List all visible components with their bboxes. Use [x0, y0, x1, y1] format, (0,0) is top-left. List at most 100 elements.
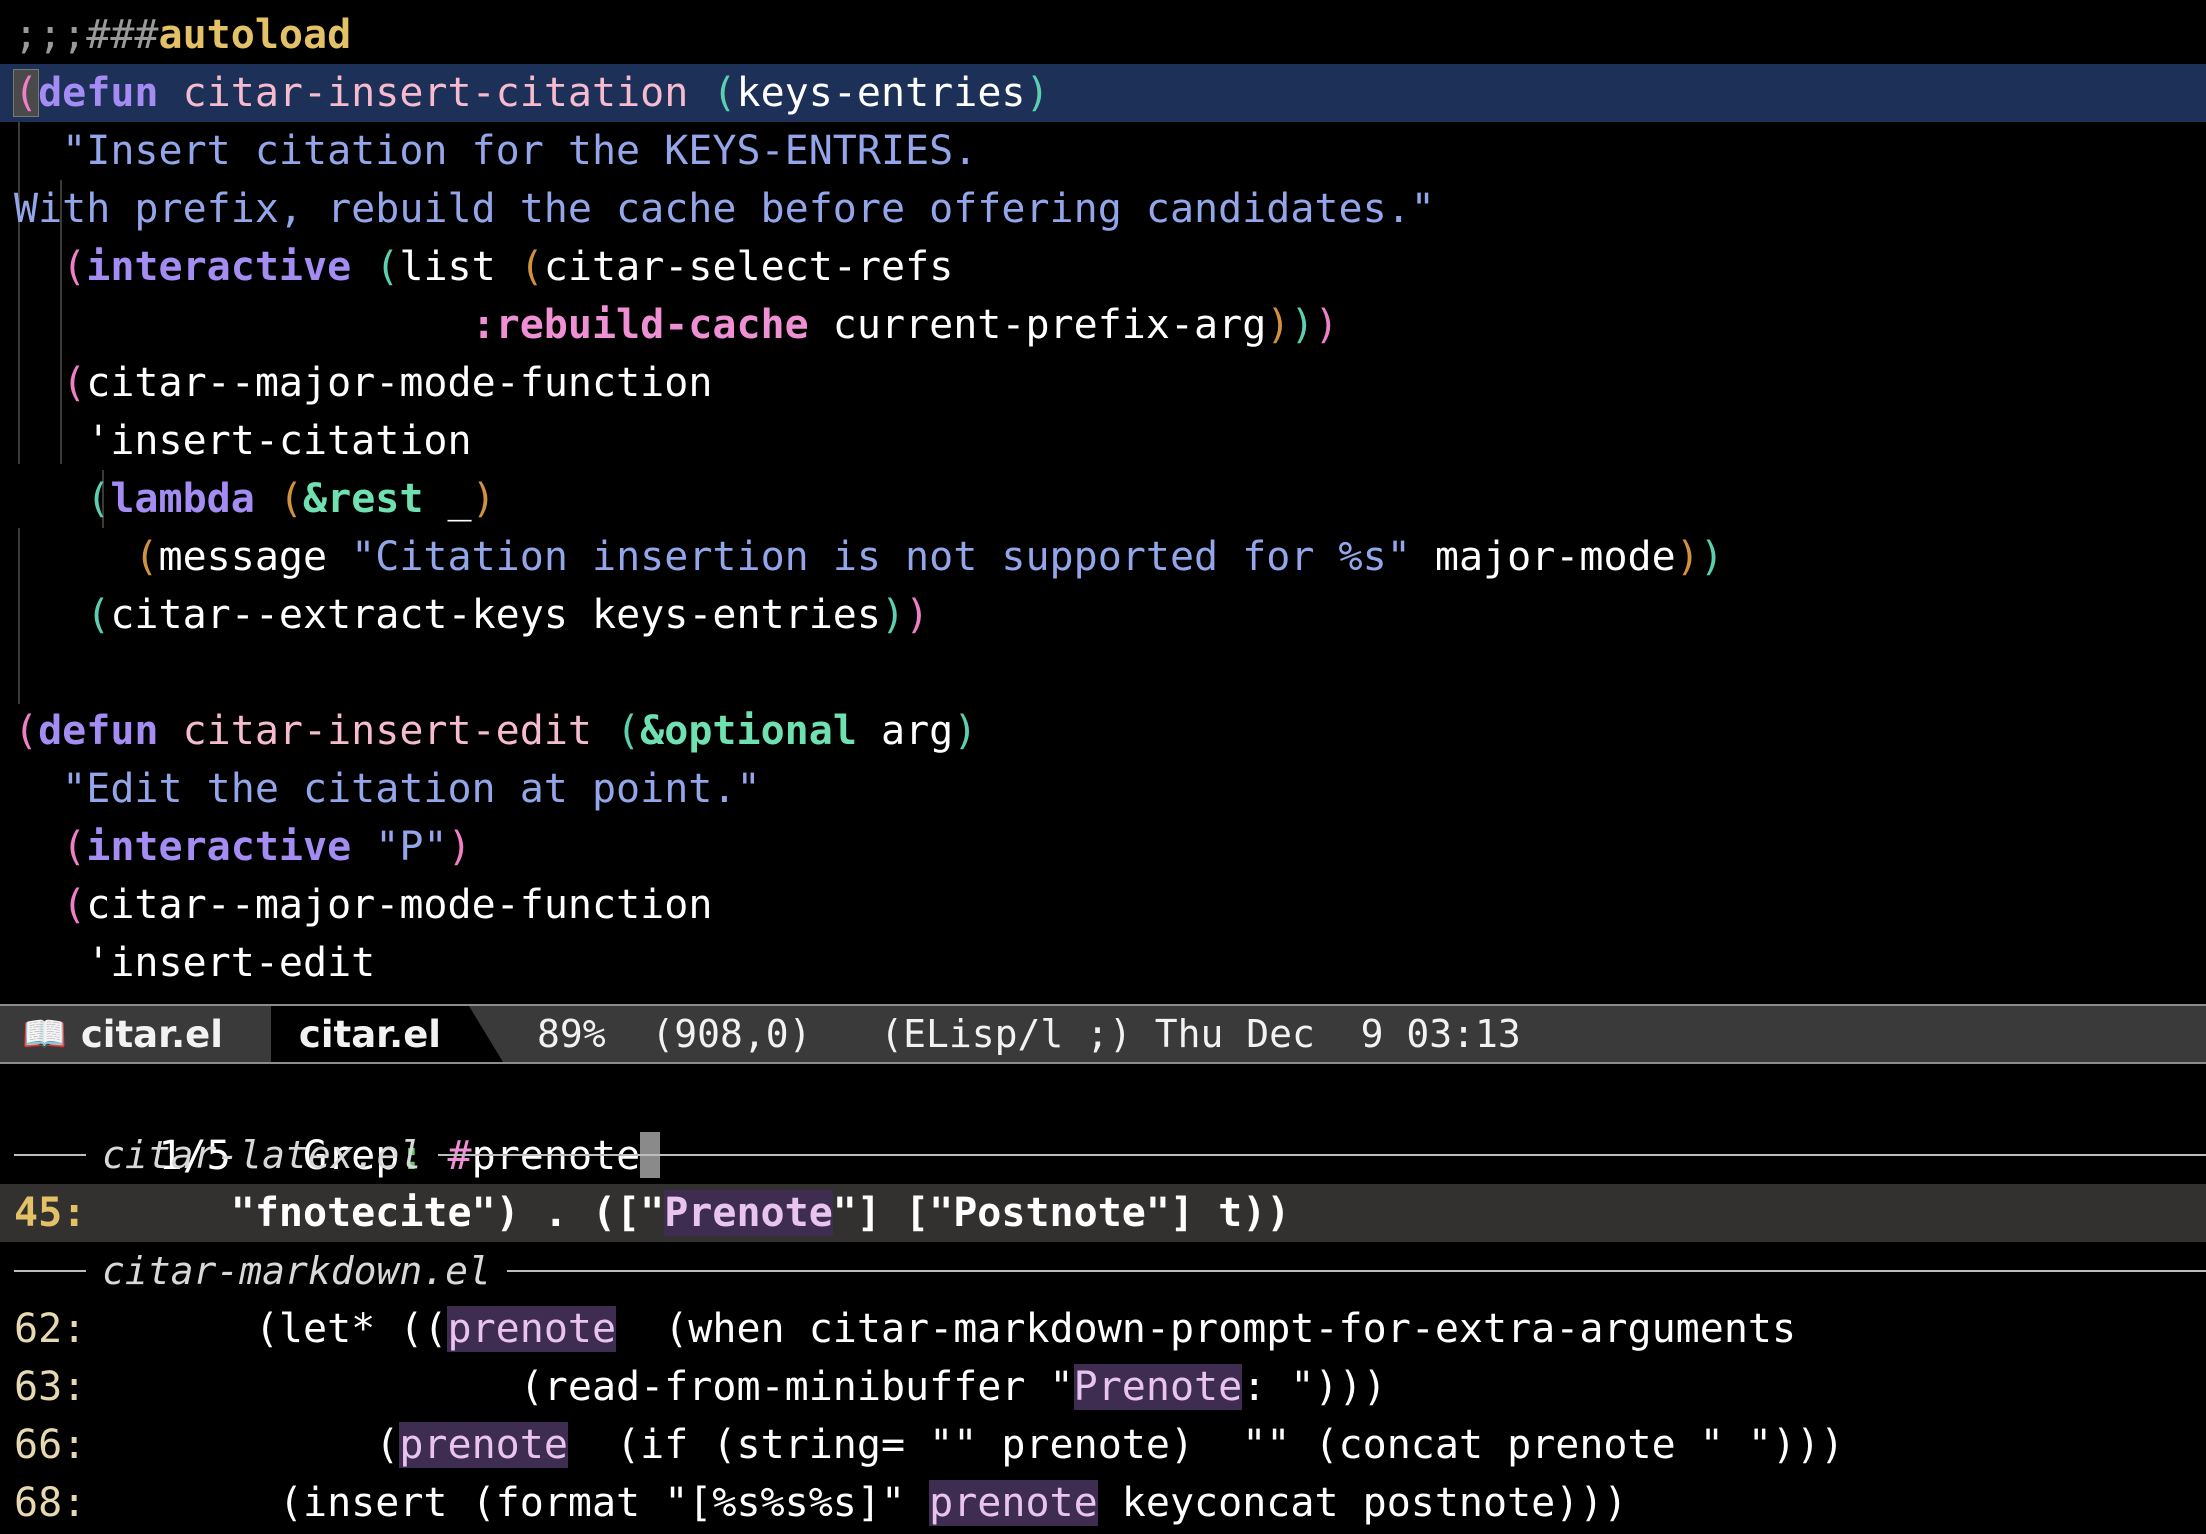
code-token: "Citation insertion is not supported for… — [351, 534, 1411, 580]
code-buffer[interactable]: ;;;###autoload (defun citar-insert-citati… — [0, 0, 2206, 1004]
code-token: defun — [38, 708, 159, 754]
grep-results[interactable]: citar-latex.el 45: "fnotecite") . (["Pren… — [0, 1126, 2206, 1532]
result-group-header: citar-markdown.el — [0, 1242, 2206, 1300]
result-text: keyconcat postnote))) — [1097, 1480, 1628, 1526]
code-token: ) — [1290, 302, 1315, 348]
modeline-separator-1 — [236, 1006, 271, 1062]
result-row[interactable]: 68: (insert (format "[%s%s%s]" prenote k… — [0, 1474, 2206, 1532]
code-token: interactive — [86, 244, 352, 290]
result-row[interactable]: 66: (prenote (if (string= "" prenote) ""… — [0, 1416, 2206, 1474]
code-token: "Insert citation for the KEYS-ENTRIES. — [14, 128, 978, 174]
result-row[interactable]: 63: (read-from-minibuffer "Prenote: "))) — [0, 1358, 2206, 1416]
result-text: ( — [86, 1422, 400, 1468]
divider-left — [14, 1270, 86, 1272]
modeline-buffer-name-left: citar.el — [80, 1012, 223, 1056]
code-token: ( — [86, 592, 111, 638]
line-blank-1[interactable] — [0, 644, 2206, 702]
minibuffer-prompt-row[interactable]: 1/5 Grep: #prenote — [0, 1066, 2206, 1179]
modeline-center-segment: citar.el — [270, 1006, 469, 1062]
result-row[interactable]: 45: "fnotecite") . (["Prenote"] ["Postno… — [0, 1184, 2206, 1242]
emacs-window: ;;;###autoload (defun citar-insert-citati… — [0, 0, 2206, 1534]
match-highlight: Prenote — [1073, 1364, 1243, 1410]
line-edit-docstring[interactable]: "Edit the citation at point." — [0, 760, 2206, 818]
search-input[interactable]: prenote — [472, 1133, 641, 1179]
code-token: ( — [519, 244, 544, 290]
code-token: ( — [375, 244, 400, 290]
code-token: ### — [86, 12, 159, 58]
result-text: (when citar-markdown-prompt-for-extra-ar… — [616, 1306, 1797, 1352]
result-text: : "))) — [1242, 1364, 1387, 1410]
code-token: With prefix, rebuild the cache before of… — [14, 186, 1435, 232]
line-defun-insert-citation[interactable]: (defun citar-insert-citation (keys-entri… — [0, 64, 2206, 122]
result-row[interactable]: 62: (let* ((prenote (when citar-markdown… — [0, 1300, 2206, 1358]
line-lambda[interactable]: (lambda (&rest _) — [0, 470, 2206, 528]
code-token: ) — [953, 708, 978, 754]
code-token: citar--major-mode-function — [86, 360, 713, 406]
line-docstring-2[interactable]: With prefix, rebuild the cache before of… — [0, 180, 2206, 238]
code-token: ( — [616, 708, 641, 754]
line-interactive-P[interactable]: (interactive "P") — [0, 818, 2206, 876]
result-text: (insert (format "[%s%s%s]" — [86, 1480, 930, 1526]
result-text: (let* (( — [86, 1306, 448, 1352]
match-highlight: prenote — [447, 1306, 617, 1352]
line-interactive[interactable]: (interactive (list (citar-select-refs — [0, 238, 2206, 296]
code-token: 'insert-edit — [14, 940, 376, 986]
match-highlight: Prenote — [664, 1190, 833, 1236]
line-rebuild-cache[interactable]: :rebuild-cache current-prefix-arg))) — [0, 296, 2206, 354]
code-token: lambda — [110, 476, 255, 522]
code-token: ( — [62, 882, 87, 928]
line-insert-citation-sym[interactable]: 'insert-citation — [0, 412, 2206, 470]
modeline-buffer-name-right: citar.el — [298, 1012, 441, 1056]
code-token: ) — [447, 824, 472, 870]
code-token: ;;; — [14, 12, 87, 58]
line-defun-insert-edit[interactable]: (defun citar-insert-edit (&optional arg) — [0, 702, 2206, 760]
result-group-filename: citar-markdown.el — [102, 1249, 491, 1293]
code-token: ) — [1025, 70, 1050, 116]
modeline-right-segment: 89% (908,0) (ELisp/l ;) Thu Dec 9 03:13 — [502, 1006, 2206, 1062]
modeline: 📖 citar.el citar.el 89% (908,0) (ELisp/l… — [0, 1004, 2206, 1064]
code-token: &optional — [640, 708, 857, 754]
minibuffer-panel[interactable]: 1/5 Grep: #prenote citar-latex.el 45: "fn… — [0, 1066, 2206, 1534]
code-token: ( — [12, 69, 40, 117]
divider-left — [14, 1154, 86, 1156]
code-token: defun — [38, 70, 159, 116]
line-docstring-1[interactable]: "Insert citation for the KEYS-ENTRIES. — [0, 122, 2206, 180]
result-text: "] ["Postnote"] t)) — [832, 1190, 1291, 1236]
line-major-mode-function-1[interactable]: (citar--major-mode-function — [0, 354, 2206, 412]
code-token: interactive — [86, 824, 352, 870]
code-token: ( — [62, 244, 87, 290]
code-token: citar-insert-citation — [158, 70, 713, 116]
result-group-header: citar-latex.el — [0, 1126, 2206, 1184]
modeline-datetime: Thu Dec 9 03:13 — [1154, 1012, 1521, 1056]
line-major-mode-function-2[interactable]: (citar--major-mode-function — [0, 876, 2206, 934]
code-token: current-prefix-arg — [808, 302, 1267, 348]
modeline-major-mode: (ELisp/l ;) — [880, 1012, 1132, 1056]
code-token: ( — [62, 360, 87, 406]
divider-right — [506, 1270, 2206, 1272]
line-insert-edit-sym[interactable]: 'insert-edit — [0, 934, 2206, 992]
code-token: _ — [423, 476, 472, 522]
result-line-number: 63: — [14, 1364, 87, 1410]
modeline-left-segment: 📖 citar.el — [0, 1006, 237, 1062]
code-token: "Edit the citation at point." — [14, 766, 761, 812]
code-token: "P" — [375, 824, 448, 870]
line-extract-keys[interactable]: (citar--extract-keys keys-entries)) — [0, 586, 2206, 644]
result-line-number: 68: — [14, 1480, 87, 1526]
line-autoload[interactable]: ;;;###autoload — [0, 6, 2206, 64]
code-token: &rest — [303, 476, 424, 522]
code-token: citar-select-refs — [543, 244, 954, 290]
result-text: "fnotecite") . ([" — [86, 1190, 665, 1236]
result-line-number: 66: — [14, 1422, 87, 1468]
code-token: :rebuild-cache — [471, 302, 809, 348]
line-message[interactable]: (message "Citation insertion is not supp… — [0, 528, 2206, 586]
match-highlight: prenote — [399, 1422, 568, 1468]
